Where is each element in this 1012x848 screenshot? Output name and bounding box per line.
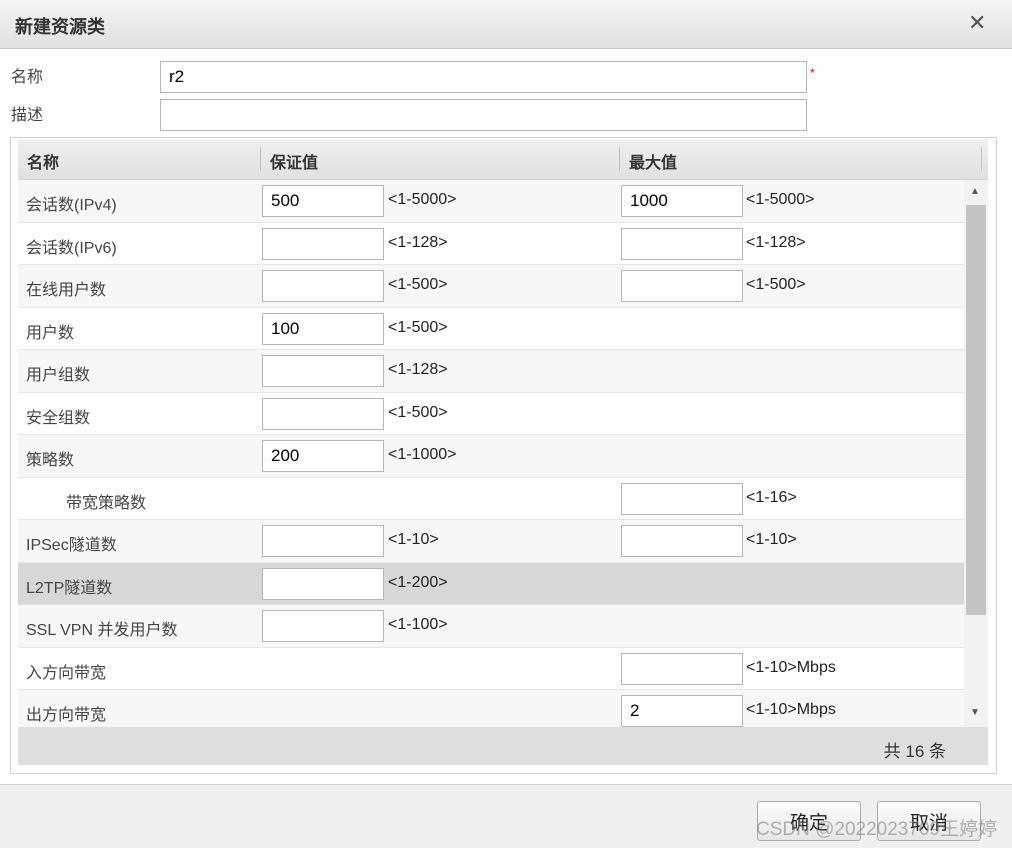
guarantee-range-hint: <1-1000> [388,446,457,463]
name-label: 名称 [11,69,44,86]
row-name: 策略数 [26,452,75,469]
row-name: L2TP隧道数 [26,579,113,597]
guarantee-input[interactable] [262,270,384,302]
table-row[interactable]: SSL VPN 并发用户数 <1-100> [18,605,964,648]
row-name: 出方向带宽 [26,707,107,724]
guarantee-input[interactable] [262,185,384,217]
max-input[interactable] [621,185,743,217]
table-row[interactable]: IPSec隧道数 <1-10> <1-10> [18,520,964,563]
column-divider [619,147,620,171]
row-name: 会话数(IPv4) [26,197,117,214]
table-row[interactable]: 策略数 <1-1000> [18,435,964,478]
column-divider [981,147,982,171]
row-name: 用户数 [26,324,75,342]
dialog-title: 新建资源类 [15,17,105,37]
guarantee-input[interactable] [262,525,384,557]
guarantee-range-hint: <1-128> [388,233,448,251]
row-name: SSL VPN 并发用户数 [26,622,178,639]
guarantee-input[interactable] [262,312,384,345]
table-row[interactable]: 在线用户数 <1-500> <1-500> [18,265,964,308]
max-range-hint: <1-10>Mbps [746,658,836,676]
max-input[interactable] [621,695,743,727]
table-row[interactable]: L2TP隧道数 <1-200> [18,562,964,605]
max-range-hint: <1-5000> [746,191,815,208]
guarantee-range-hint: <1-10> [388,531,439,548]
grid-scrollbar[interactable]: ▲ ▼ [964,180,988,727]
row-name: 在线用户数 [26,282,107,299]
column-header-max: 最大值 [629,155,678,172]
guarantee-input[interactable] [262,355,384,387]
table-row[interactable]: 用户组数 <1-128> [18,350,964,393]
row-name: 安全组数 [26,409,91,427]
grid-footer: 共 16 条 [18,727,988,765]
grid-header: 名称 保证值 最大值 [18,139,988,180]
max-range-hint: <1-16> [746,488,797,506]
max-input[interactable] [621,270,743,302]
grid-body: 会话数(IPv4) <1-5000> <1-5000> 会话数(IPv6) <1-128… [18,180,964,727]
total-count: 共 16 条 [883,742,946,761]
row-name: 带宽策略数 [66,494,147,512]
column-divider [260,147,261,171]
guarantee-input[interactable] [262,397,384,430]
guarantee-range-hint: <1-5000> [388,191,457,208]
close-icon[interactable]: ✕ [968,10,986,36]
guarantee-range-hint: <1-500> [388,403,448,421]
dialog-titlebar: 新建资源类 ✕ [0,0,1012,49]
max-input[interactable] [621,652,743,685]
row-name: 用户组数 [26,367,91,384]
required-mark: * [810,66,815,80]
guarantee-range-hint: <1-128> [388,361,448,378]
table-row[interactable]: 会话数(IPv6) <1-128> <1-128> [18,222,964,265]
column-header-guarantee: 保证值 [270,155,319,172]
max-range-hint: <1-10> [746,531,797,548]
max-range-hint: <1-10>Mbps [746,701,836,718]
guarantee-input[interactable] [262,567,384,600]
guarantee-input[interactable] [262,440,384,472]
max-input[interactable] [621,482,743,515]
guarantee-range-hint: <1-500> [388,276,448,293]
scroll-up-icon[interactable]: ▲ [970,186,980,197]
watermark: CSDN @2022023709王婷婷 [756,819,998,840]
table-row[interactable]: 会话数(IPv4) <1-5000> <1-5000> [18,180,964,223]
guarantee-range-hint: <1-200> [388,573,448,591]
row-name: 入方向带宽 [26,664,107,682]
table-row[interactable]: 安全组数 <1-500> [18,392,964,435]
scroll-thumb[interactable] [966,205,986,615]
table-row[interactable]: 出方向带宽 <1-10>Mbps [18,690,964,727]
description-label: 描述 [11,107,44,124]
row-name: 会话数(IPv6) [26,239,117,257]
guarantee-input[interactable] [262,610,384,642]
column-header-name: 名称 [27,155,60,172]
guarantee-range-hint: <1-500> [388,318,448,336]
description-input[interactable] [160,99,807,131]
row-name: IPSec隧道数 [26,537,117,554]
guarantee-range-hint: <1-100> [388,616,448,633]
max-input[interactable] [621,227,743,260]
table-row[interactable]: 入方向带宽 <1-10>Mbps [18,647,964,690]
max-range-hint: <1-500> [746,276,806,293]
table-row[interactable]: 用户数 <1-500> [18,307,964,350]
guarantee-input[interactable] [262,227,384,260]
max-input[interactable] [621,525,743,557]
scroll-down-icon[interactable]: ▼ [970,707,980,718]
table-row[interactable]: 带宽策略数 <1-16> [18,477,964,520]
name-input[interactable] [160,61,807,93]
max-range-hint: <1-128> [746,233,806,251]
